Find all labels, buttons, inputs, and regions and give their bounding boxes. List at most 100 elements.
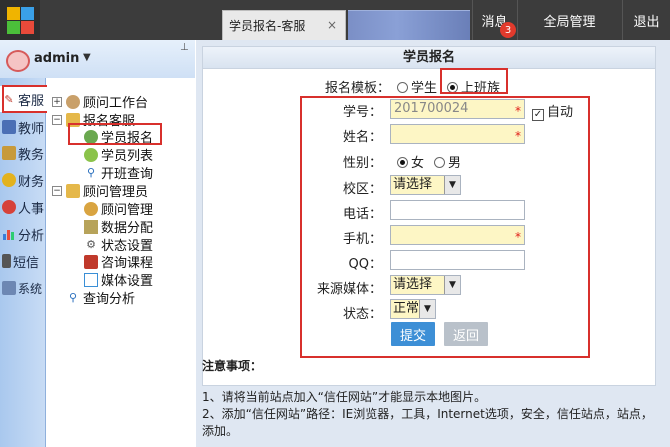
collapse-icon[interactable]: − <box>52 114 62 125</box>
radio-female[interactable] <box>397 157 408 168</box>
mobile-label: 手机： <box>342 232 382 247</box>
logo-square-icon <box>21 7 34 20</box>
status-select[interactable]: 正常 ▼ <box>390 299 436 319</box>
logo-square-icon <box>7 7 20 20</box>
phone-label: 电话： <box>342 207 382 222</box>
tree-item-advisor-workbench[interactable]: + 顾问工作台 <box>52 92 148 111</box>
tree-item-class-query[interactable]: ⚲ 开班查询 <box>84 163 153 182</box>
logo-square-icon <box>21 21 34 34</box>
auto-checkbox[interactable]: ✓ 自动 <box>532 101 573 121</box>
name-input[interactable]: * <box>390 124 525 144</box>
teacher-icon <box>2 120 16 134</box>
gender-male[interactable]: 男 <box>434 152 461 171</box>
system-icon <box>2 281 16 295</box>
gender-female[interactable]: 女 <box>397 152 424 171</box>
phone-input[interactable] <box>390 200 525 220</box>
search-icon: ⚲ <box>68 291 78 304</box>
tree-item-advisor-admin[interactable]: − 顾问管理员 <box>52 181 148 200</box>
tree-label: 开班查询 <box>101 167 154 182</box>
notes-line-1: 1、请将当前站点加入“信任网站”才能显示本地图片。 <box>202 390 487 404</box>
tab-strip: 学员报名-客服 × <box>222 10 470 40</box>
search-icon: ⚲ <box>86 166 96 179</box>
tree-item-data-allocation[interactable]: 数据分配 <box>84 217 153 236</box>
source-media-select[interactable]: 请选择 ▼ <box>390 275 461 295</box>
global-management-button[interactable]: 全局管理 <box>517 0 621 40</box>
radio-student[interactable] <box>397 82 408 93</box>
student-id-label: 学号： <box>342 105 382 120</box>
campus-select[interactable]: 请选择 ▼ <box>390 175 461 195</box>
logout-label: 退出 <box>633 14 660 30</box>
module-label: 教师 <box>18 121 45 137</box>
logout-button[interactable]: 退出 <box>622 0 670 40</box>
tree-label: 顾问工作台 <box>83 96 149 111</box>
book-icon <box>84 254 98 269</box>
chevron-down-icon: ▼ <box>419 300 435 318</box>
tree-item-student-list[interactable]: 学员列表 <box>84 145 153 164</box>
chevron-down-icon[interactable]: ▼ <box>83 52 91 63</box>
module-sms[interactable]: 短信 <box>0 248 46 274</box>
message-count-badge: 3 <box>500 22 516 38</box>
student-id-input[interactable]: 201700024 * <box>390 99 525 119</box>
highlight-box <box>2 85 50 113</box>
notes-line-2: 2、添加“信任网站”路径：IE浏览器，工具，Internet选项，安全，信任站点… <box>202 407 653 438</box>
required-mark: * <box>515 230 521 244</box>
module-hr[interactable]: 人事 <box>0 194 46 220</box>
tree-label: 咨询课程 <box>101 256 154 271</box>
module-system[interactable]: 系统 <box>0 275 46 301</box>
module-label: 人事 <box>18 201 45 217</box>
hr-icon <box>2 200 16 214</box>
tab-placeholder[interactable] <box>348 10 470 40</box>
pin-icon[interactable]: ⊥ <box>180 42 189 53</box>
module-teacher[interactable]: 教师 <box>0 114 46 140</box>
template-option-student[interactable]: 学生 <box>397 77 437 96</box>
app-logo[interactable] <box>0 0 40 40</box>
module-label: 财务 <box>18 174 45 190</box>
expand-icon[interactable]: + <box>52 96 62 107</box>
chart-icon <box>2 227 16 241</box>
tree-item-query-analysis[interactable]: ⚲ 查询分析 <box>66 288 135 307</box>
auto-label: 自动 <box>547 105 574 120</box>
tree-label: 数据分配 <box>101 221 154 236</box>
tree-label: 顾问管理 <box>101 203 154 218</box>
module-finance[interactable]: 财务 <box>0 167 46 193</box>
radio-label: 男 <box>448 156 462 171</box>
gear-icon: ⚙ <box>86 238 96 251</box>
grid-icon <box>84 219 98 234</box>
radio-label: 学生 <box>411 81 438 96</box>
submit-button[interactable]: 提交 <box>391 322 435 346</box>
required-mark: * <box>515 104 521 118</box>
module-analysis[interactable]: 分析 <box>0 221 46 247</box>
logo-square-icon <box>7 21 20 34</box>
tree-item-advisor-management[interactable]: 顾问管理 <box>84 199 153 218</box>
tree-item-consult-course[interactable]: 咨询课程 <box>84 252 153 271</box>
collapse-icon[interactable]: − <box>52 185 62 196</box>
qq-input[interactable] <box>390 250 525 270</box>
mobile-input[interactable]: * <box>390 225 525 245</box>
finance-icon <box>2 173 16 187</box>
academic-icon <box>2 146 16 160</box>
tab-student-signup[interactable]: 学员报名-客服 × <box>222 10 346 40</box>
media-icon <box>84 272 98 287</box>
tree-label: 媒体设置 <box>101 274 154 289</box>
back-button[interactable]: 返回 <box>444 322 488 346</box>
module-label: 分析 <box>18 228 45 244</box>
status-label: 状态： <box>342 307 382 322</box>
qq-label: QQ： <box>348 257 382 272</box>
person-icon <box>66 94 80 109</box>
avatar[interactable] <box>6 50 30 72</box>
chevron-down-icon: ▼ <box>444 176 460 194</box>
radio-male[interactable] <box>434 157 445 168</box>
tree-item-media-settings[interactable]: 媒体设置 <box>84 270 153 289</box>
module-academic[interactable]: 教务 <box>0 140 46 166</box>
gender-label: 性别： <box>342 156 382 171</box>
check-icon[interactable]: ✓ <box>532 109 544 121</box>
tree-label: 顾问管理员 <box>83 185 149 200</box>
highlight-box <box>68 123 162 145</box>
tree-label: 学员列表 <box>101 149 154 164</box>
tab-title: 学员报名-客服 <box>229 19 306 33</box>
global-management-label: 全局管理 <box>543 14 596 30</box>
user-name[interactable]: admin <box>34 51 79 66</box>
tree-label: 查询分析 <box>83 292 136 307</box>
close-icon[interactable]: × <box>327 18 337 32</box>
name-label: 姓名： <box>342 130 382 145</box>
